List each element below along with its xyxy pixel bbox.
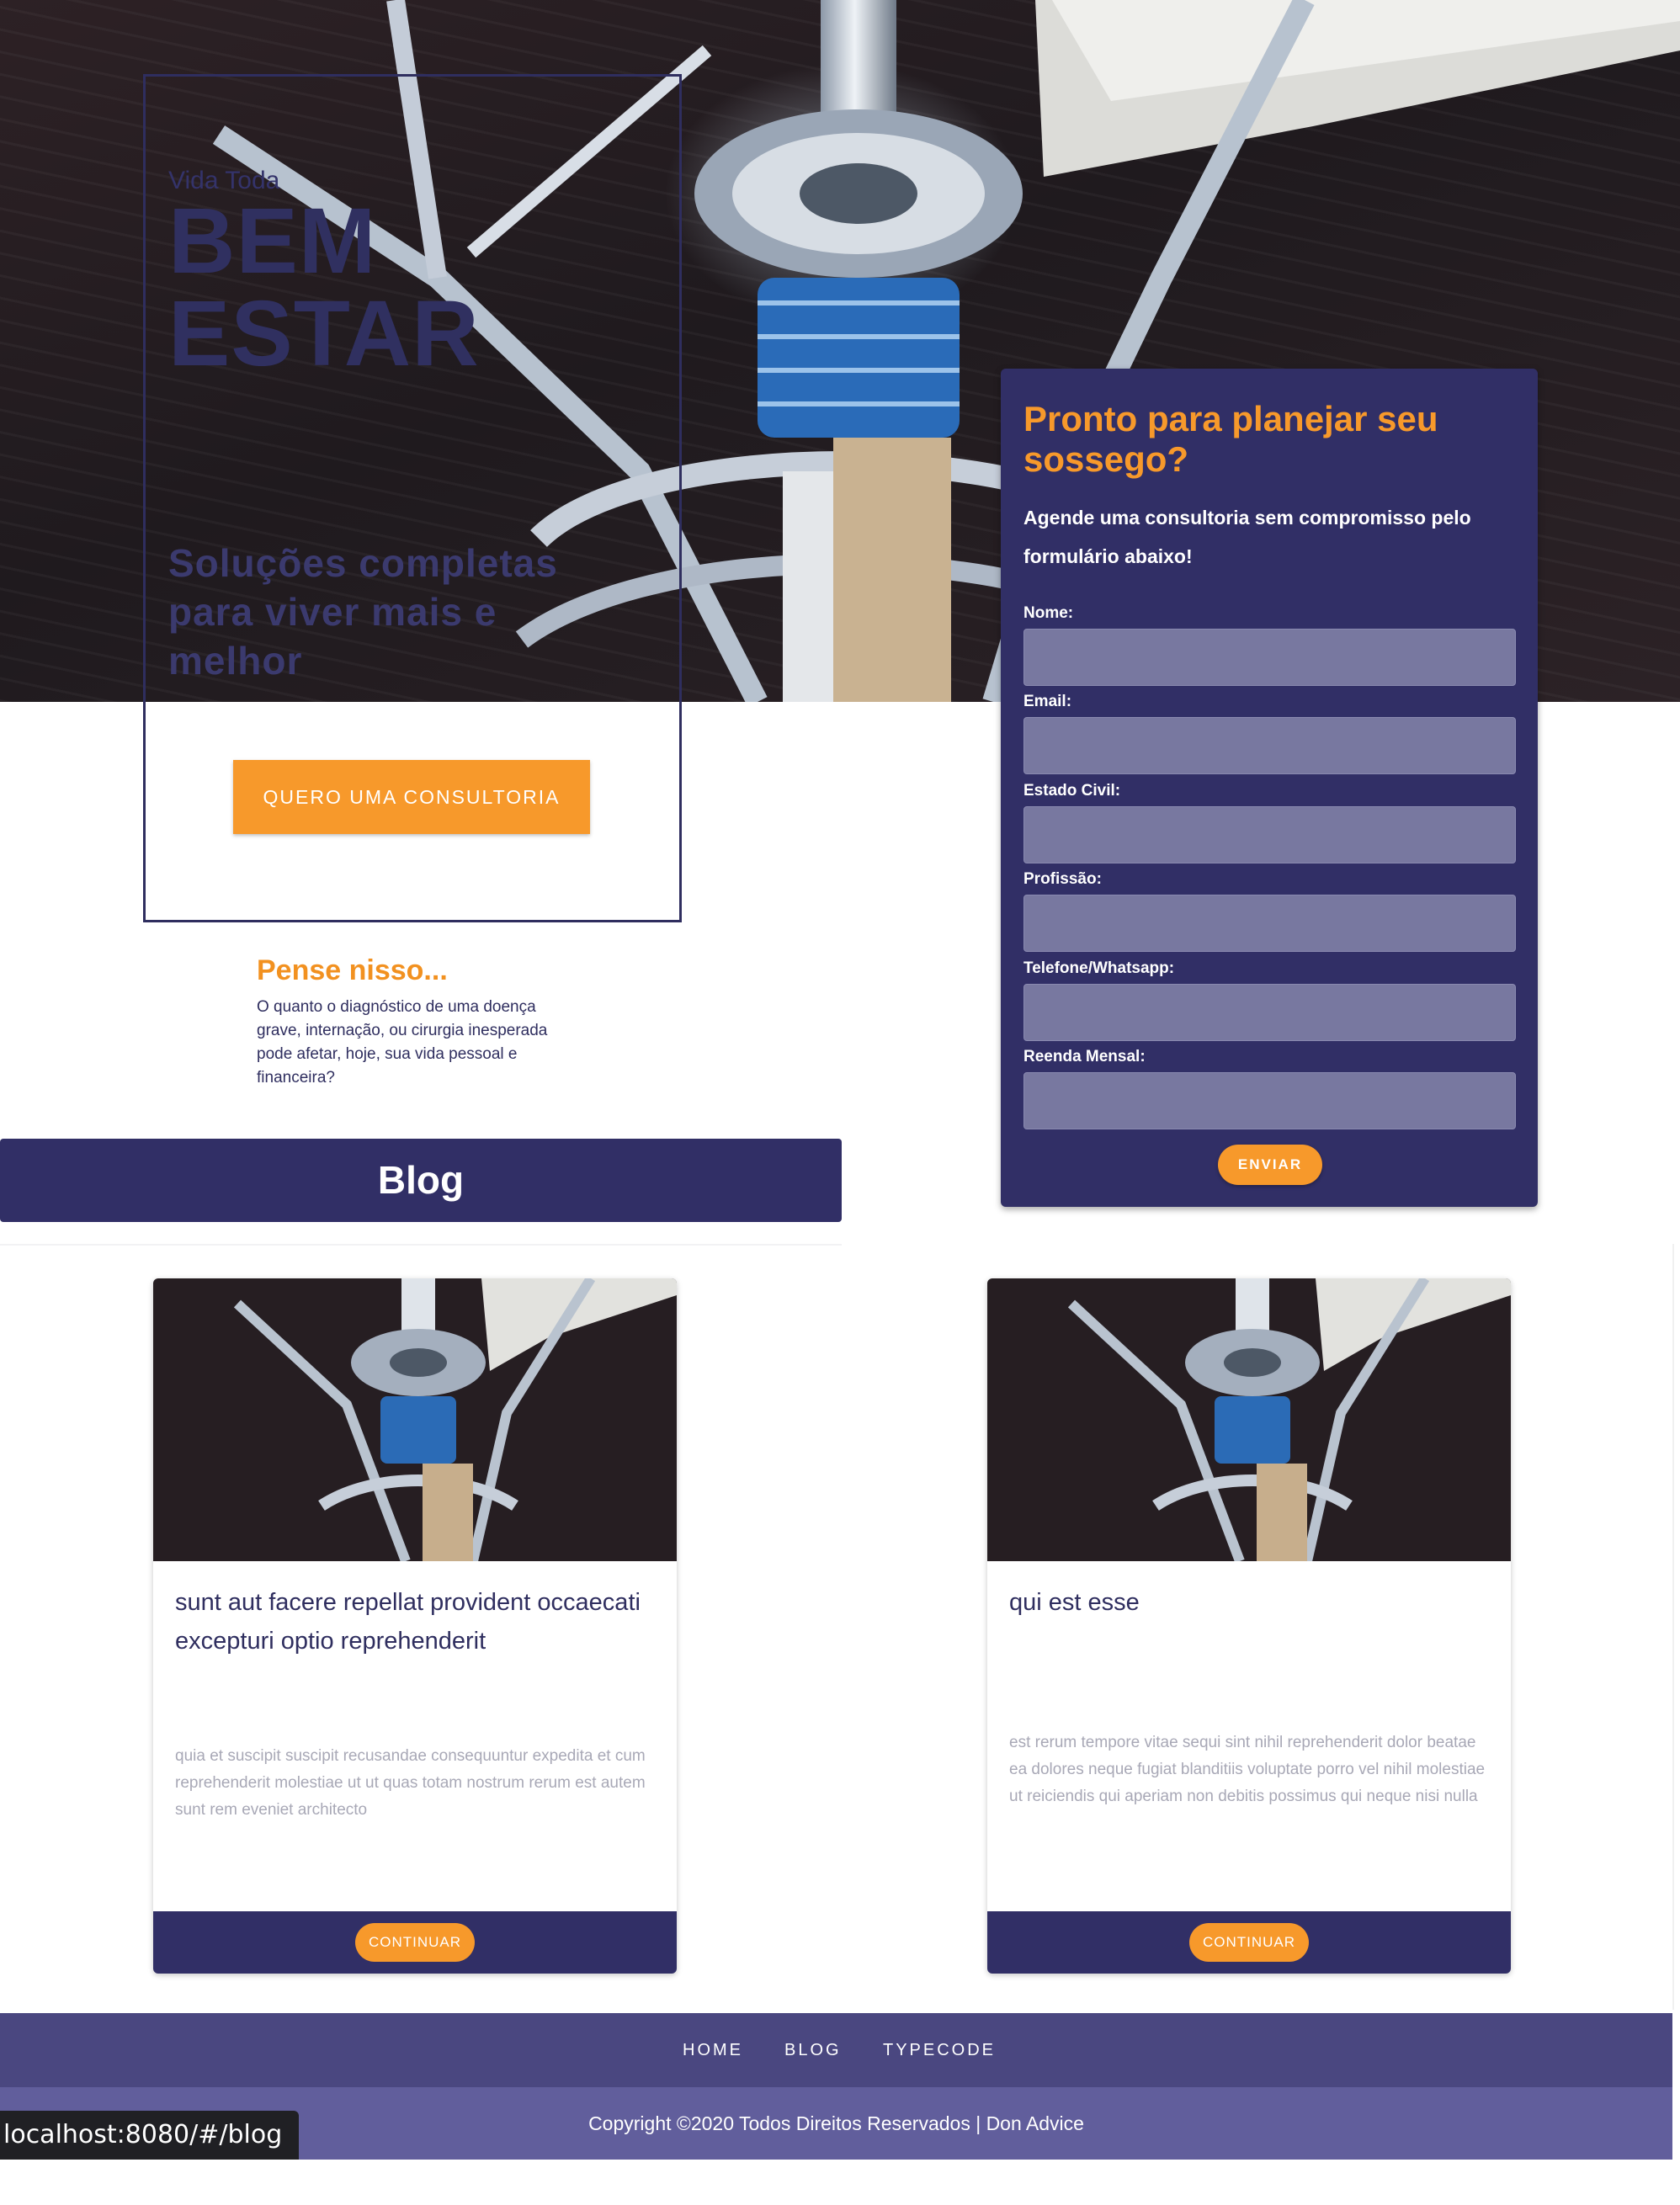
post-title: qui est esse (1009, 1589, 1140, 1616)
nav-link-typecode[interactable]: TYPECODE (883, 2013, 996, 2087)
nav-link-blog[interactable]: BLOG (784, 2013, 842, 2087)
sailboat-photo (987, 1278, 1511, 1561)
nav-link-home[interactable]: HOME (683, 2013, 743, 2087)
post-image (987, 1278, 1511, 1561)
name-label: Nome: (1023, 604, 1074, 622)
hero-title-line1: BEM (168, 189, 377, 293)
form-title: Pronto para planejar seu sossego? (1023, 399, 1438, 479)
divider (1672, 1244, 1674, 2010)
consultancy-button[interactable]: QUERO UMA CONSULTORIA (233, 760, 590, 834)
income-field[interactable] (1023, 1072, 1516, 1129)
post-excerpt: est rerum tempore vitae sequi sint nihil… (1009, 1734, 1486, 1805)
post-image (153, 1278, 677, 1561)
hero-title-line2: ESTAR (168, 282, 480, 385)
contact-form: Pronto para planejar seu sossego? Agende… (1001, 369, 1538, 1207)
form-subtitle: Agende uma consultoria sem compromisso p… (1023, 507, 1471, 567)
continue-button[interactable]: CONTINUAR (1189, 1923, 1309, 1962)
hero-title: BEM ESTAR (168, 195, 640, 380)
status-bar-url: localhost:8080/#/blog (0, 2111, 300, 2160)
think-text: O quanto o diagnóstico de uma doença gra… (257, 998, 548, 1087)
profession-label: Profissão: (1023, 870, 1102, 888)
sailboat-photo (153, 1278, 677, 1561)
blog-card: qui est esse est rerum tempore vitae seq… (987, 1278, 1511, 1974)
income-label: Reenda Mensal: (1023, 1048, 1146, 1065)
email-field[interactable] (1023, 717, 1516, 774)
phone-field[interactable] (1023, 984, 1516, 1041)
send-button[interactable]: ENVIAR (1218, 1145, 1322, 1185)
footer-nav: HOME BLOG TYPECODE (0, 2013, 1672, 2087)
divider (0, 1244, 842, 1246)
phone-label: Telefone/Whatsapp: (1023, 959, 1175, 977)
blog-banner: Blog (0, 1139, 842, 1222)
post-excerpt: quia et suscipit suscipit recusandae con… (175, 1747, 646, 1819)
think-title: Pense nisso... (257, 954, 448, 986)
profession-field[interactable] (1023, 895, 1516, 952)
marital-status-field[interactable] (1023, 806, 1516, 863)
marital-status-label: Estado Civil: (1023, 782, 1121, 800)
blog-card: sunt aut facere repellat provident occae… (153, 1278, 677, 1974)
continue-button[interactable]: CONTINUAR (355, 1923, 475, 1962)
hero-subtitle: Soluções completas para viver mais e mel… (168, 541, 558, 683)
card-footer: CONTINUAR (153, 1911, 677, 1974)
post-title: sunt aut facere repellat provident occae… (175, 1589, 641, 1655)
email-label: Email: (1023, 693, 1072, 710)
blog-heading: Blog (377, 1158, 465, 1202)
name-field[interactable] (1023, 629, 1516, 686)
card-footer: CONTINUAR (987, 1911, 1511, 1974)
